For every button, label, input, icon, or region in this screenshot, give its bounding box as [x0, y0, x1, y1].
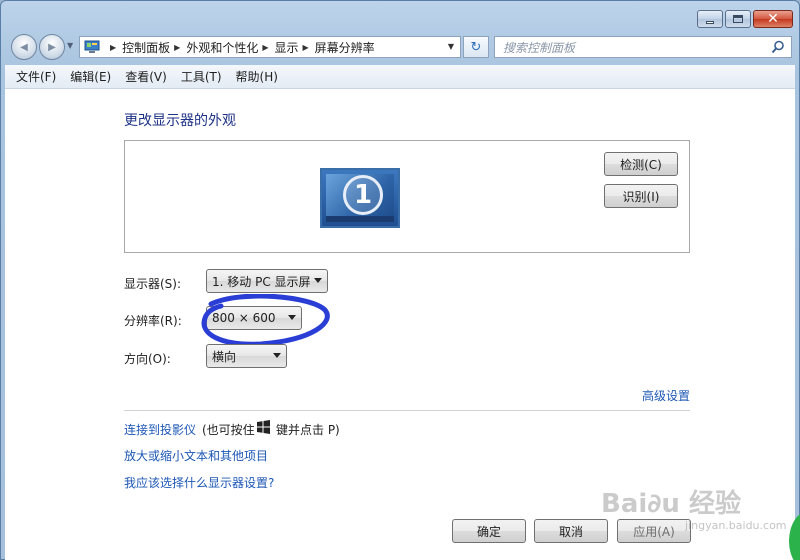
caption-buttons: ✕: [697, 10, 793, 28]
windows-logo-icon: [257, 420, 270, 434]
chevron-down-icon: [273, 353, 281, 358]
menu-help[interactable]: 帮助(H): [229, 68, 285, 85]
refresh-icon: ↻: [470, 39, 482, 55]
projector-note-prefix: (也可按住: [202, 423, 255, 437]
address-bar[interactable]: ▶ 控制面板 ▶ 外观和个性化 ▶ 显示 ▶ 屏幕分辨率 ▼: [79, 36, 461, 58]
display-select[interactable]: 1. 移动 PC 显示屏: [206, 269, 328, 293]
monitor-icon[interactable]: 1: [320, 168, 400, 228]
chevron-down-icon: [314, 278, 322, 283]
close-button[interactable]: ✕: [753, 10, 793, 28]
breadcrumb-separator-icon: ▶: [174, 42, 181, 52]
cancel-button[interactable]: 取消: [534, 519, 608, 543]
maximize-icon: [733, 15, 743, 23]
identify-button[interactable]: 识别(I): [604, 184, 678, 208]
address-dropdown-icon[interactable]: ▼: [448, 42, 454, 51]
control-panel-icon: [84, 40, 100, 53]
screen-resolution-window: ✕ ◀ ▶ ▼ ▶ 控制面板 ▶ 外观和个性化 ▶ 显示 ▶ 屏幕分辨率 ▼ ↻…: [0, 0, 800, 560]
resolution-label: 分辨率(R):: [124, 314, 182, 328]
back-arrow-icon: ◀: [20, 41, 28, 53]
menu-tools[interactable]: 工具(T): [174, 68, 229, 85]
refresh-button[interactable]: ↻: [463, 36, 489, 58]
search-input[interactable]: 搜索控制面板: [494, 36, 792, 58]
which-settings-link[interactable]: 我应该选择什么显示器设置?: [124, 474, 274, 491]
breadcrumb-separator-icon: ▶: [110, 42, 117, 52]
page-title: 更改显示器的外观: [124, 113, 236, 129]
ok-button[interactable]: 确定: [452, 519, 526, 543]
display-label: 显示器(S):: [124, 277, 182, 291]
monitor-taskbar: [326, 216, 394, 222]
projector-note-suffix: 键并点击 P): [276, 423, 340, 437]
monitor-number: 1: [353, 180, 373, 210]
watermark-sub: jingyan.baidu.com: [685, 519, 787, 532]
breadcrumb-separator-icon: ▶: [302, 42, 309, 52]
breadcrumb-appearance[interactable]: 外观和个性化: [186, 39, 258, 56]
menu-edit[interactable]: 编辑(E): [63, 68, 118, 85]
orientation-label: 方向(O):: [124, 352, 171, 366]
back-button[interactable]: ◀: [11, 34, 37, 60]
breadcrumb-separator-icon: ▶: [262, 42, 269, 52]
minimize-button[interactable]: [697, 10, 723, 28]
advanced-settings-link[interactable]: 高级设置: [642, 387, 690, 404]
search-placeholder: 搜索控制面板: [503, 40, 576, 55]
breadcrumb-display[interactable]: 显示: [275, 39, 299, 56]
maximize-button[interactable]: [725, 10, 751, 28]
divider: [124, 410, 690, 411]
forward-button[interactable]: ▶: [39, 34, 65, 60]
watermark-text: Bai∂u 经验: [601, 489, 741, 519]
text-size-link[interactable]: 放大或缩小文本和其他项目: [124, 447, 268, 464]
orientation-select[interactable]: 横向: [206, 344, 287, 368]
display-select-value: 1. 移动 PC 显示屏: [212, 274, 311, 289]
breadcrumb-screen-resolution[interactable]: 屏幕分辨率: [315, 39, 375, 56]
menu-bar: 文件(F) 编辑(E) 查看(V) 工具(T) 帮助(H): [5, 65, 795, 89]
orientation-select-value: 横向: [212, 349, 237, 364]
display-preview-panel: 1 检测(C) 识别(I): [124, 140, 690, 253]
forward-arrow-icon: ▶: [48, 41, 56, 53]
connect-projector-link[interactable]: 连接到投影仪: [124, 421, 196, 438]
close-icon: ✕: [767, 11, 779, 27]
menu-file[interactable]: 文件(F): [9, 68, 63, 85]
breadcrumb-control-panel[interactable]: 控制面板: [122, 39, 170, 56]
recent-pages-dropdown-icon[interactable]: ▼: [67, 41, 73, 50]
menu-view[interactable]: 查看(V): [118, 68, 174, 85]
detect-button[interactable]: 检测(C): [604, 152, 678, 176]
monitor-screen: 1: [326, 174, 394, 222]
search-icon: [771, 40, 784, 54]
minimize-icon: [706, 20, 714, 24]
monitor-number-ring: 1: [343, 175, 383, 215]
baidu-watermark: Bai∂u 经验 jingyan.baidu.com: [601, 473, 800, 533]
